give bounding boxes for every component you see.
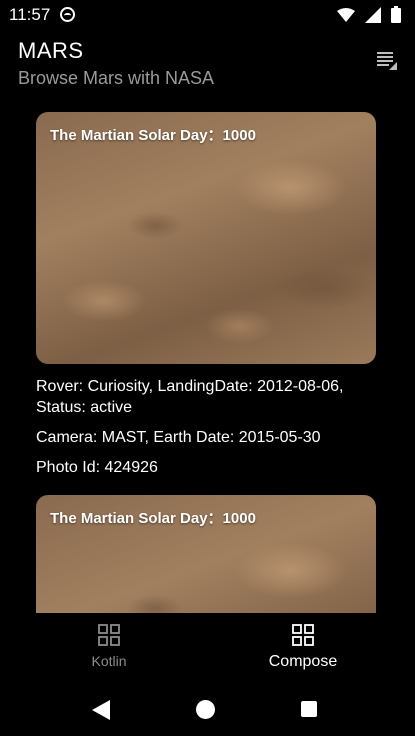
nav-tab-label: Compose (268, 653, 338, 670)
status-bar: 11:57 (0, 0, 415, 32)
nav-tab-compose[interactable]: Compose (203, 613, 403, 683)
system-navigation-bar (0, 683, 415, 736)
signal-icon (365, 6, 381, 23)
photo-sol-title: The Martian Solar Day：1000 (50, 510, 256, 527)
status-icons (337, 6, 401, 23)
app-title: MARS (18, 38, 84, 63)
status-time: 11:57 (9, 5, 51, 24)
grid-icon (98, 624, 120, 646)
nav-tab-label: Kotlin (91, 653, 127, 669)
grid-icon (292, 624, 314, 646)
back-icon[interactable] (92, 700, 110, 720)
bottom-navigation: Kotlin Compose (0, 613, 415, 683)
photo-card[interactable]: The Martian Solar Day：1000 Rover: Curios… (36, 112, 376, 478)
battery-icon (391, 6, 401, 23)
photo-sol-title: The Martian Solar Day：1000 (50, 127, 256, 144)
recents-icon[interactable] (301, 701, 317, 717)
rover-info: Rover: Curiosity, LandingDate: 2012-08-0… (36, 378, 344, 416)
app-header: MARS Browse Mars with NASA (0, 32, 415, 96)
photo-feed[interactable]: The Martian Solar Day：1000 Rover: Curios… (0, 96, 415, 613)
nav-tab-kotlin[interactable]: Kotlin (9, 613, 209, 683)
home-icon[interactable] (196, 700, 215, 719)
sort-menu-icon[interactable] (375, 48, 399, 72)
photo-card[interactable]: The Martian Solar Day：1000 (36, 495, 376, 613)
wifi-icon (337, 7, 355, 22)
photo-id: Photo Id: 424926 (36, 459, 158, 476)
mars-photo[interactable]: The Martian Solar Day：1000 (36, 495, 376, 613)
app-subtitle: Browse Mars with NASA (18, 68, 215, 88)
app-notification-icon (60, 7, 75, 22)
camera-info: Camera: MAST, Earth Date: 2015-05-30 (36, 429, 321, 446)
mars-photo[interactable]: The Martian Solar Day：1000 (36, 112, 376, 364)
